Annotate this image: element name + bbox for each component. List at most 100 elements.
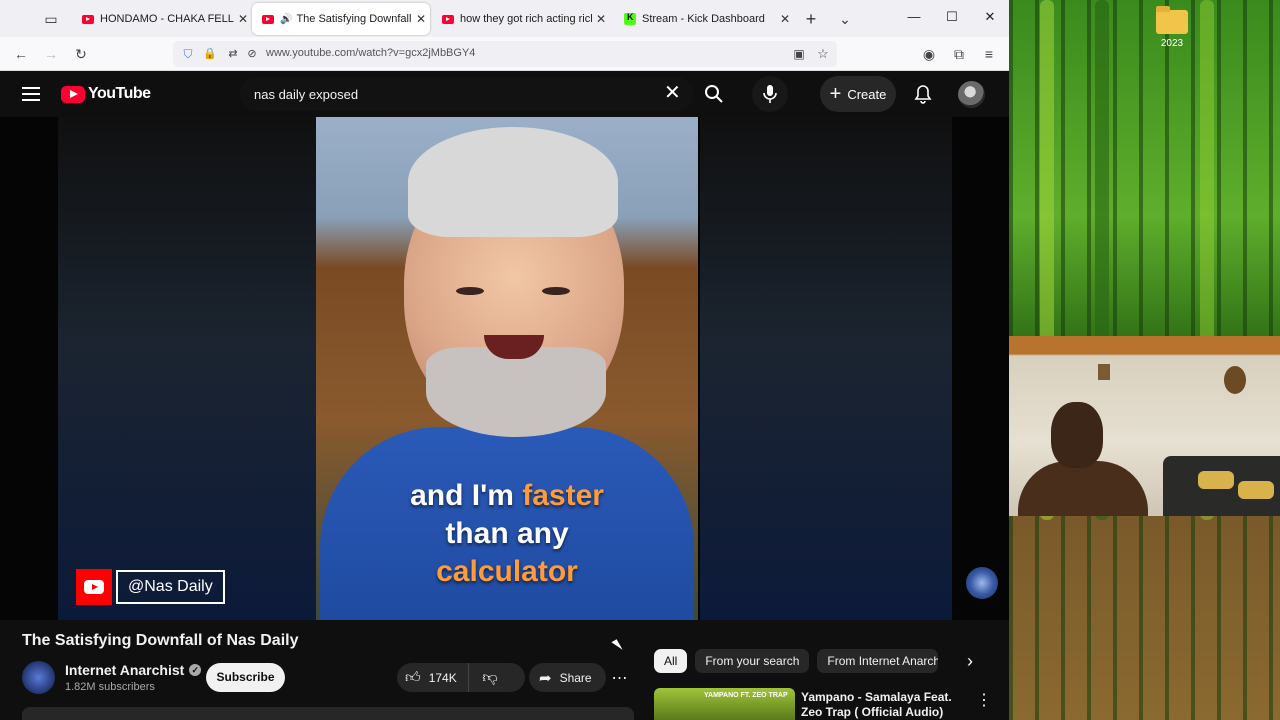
tab-title: The Satisfying Downfall of [296,13,412,25]
bookmark-star-icon[interactable]: ☆ [814,45,832,63]
new-tab-icon[interactable]: + [800,8,822,30]
menu-icon[interactable]: ≡ [980,45,998,63]
more-actions-button[interactable]: ⋯ [606,663,633,692]
youtube-page: YouTube nas daily exposed ✕ + Create and… [0,71,1009,720]
tab-list-icon[interactable]: ▭ [40,8,62,30]
thumbs-down-icon: 👎︎ [482,668,498,686]
video-person-eye [456,287,484,295]
tab-title: how they got rich acting rich [460,13,592,25]
subscribe-button[interactable]: Subscribe [206,663,285,692]
bell-icon [914,85,932,104]
more-vert-icon[interactable]: ⋮ [976,690,992,710]
notifications-button[interactable] [905,76,941,112]
close-icon[interactable]: ✕ [234,12,252,26]
video-title: The Satisfying Downfall of Nas Daily [22,632,299,649]
video-blur-right [700,117,952,620]
channel-watermark-icon[interactable] [966,567,998,599]
video-frame: and I'm faster than any calculator [316,117,698,620]
video-player[interactable]: and I'm faster than any calculator @Nas … [0,117,1009,620]
thumbs-up-icon: 👍︎ [405,668,421,686]
youtube-header: YouTube nas daily exposed ✕ + Create [0,71,1009,117]
share-label: Share [559,670,592,685]
speaker-icon[interactable]: 🔊 [280,14,292,25]
create-button[interactable]: + Create [820,76,896,112]
video-person-eye [542,287,570,295]
video-watermark: @Nas Daily [76,569,225,605]
extensions-icon[interactable]: ⧉ [950,45,968,63]
chip-from-channel[interactable]: From Internet Anarchist [817,649,939,673]
recommendation-chips: All From your search From Internet Anarc… [654,649,946,673]
search-input[interactable]: nas daily exposed ✕ [240,77,694,111]
create-label: Create [847,86,887,102]
caption-text: and I'm [410,479,523,512]
chevron-right-icon[interactable]: › [958,649,982,673]
hamburger-menu-icon[interactable] [22,87,40,101]
video-blur-left [58,117,318,620]
tab-got-rich[interactable]: how they got rich acting rich ✕ [432,3,610,35]
folder-icon [1156,6,1188,34]
plus-icon: + [829,83,842,105]
video-caption: and I'm faster than any calculator [316,477,698,591]
video-person-beard [426,347,606,437]
tab-satisfying-downfall[interactable]: 🔊 The Satisfying Downfall of ✕ [252,3,430,35]
close-icon[interactable]: ✕ [592,12,610,26]
webcam-person-head [1051,402,1103,468]
search-icon [705,85,723,103]
channel-avatar[interactable] [22,661,55,694]
dislike-button[interactable]: 👎︎ [469,669,509,687]
description-box[interactable] [22,707,634,720]
like-dislike-group: 👍︎ 174K 👎︎ [397,663,525,692]
chevron-down-icon[interactable]: ⌄ [834,8,856,30]
pip-icon[interactable]: ▣ [790,45,808,63]
minimize-icon[interactable]: — [904,9,924,24]
mouse-cursor [611,639,623,653]
tab-title: Stream - Kick Dashboard [642,13,765,25]
tab-bar: ▭ HONDAMO - CHAKA FELLA F ✕ 🔊 The Satisf… [0,0,1009,37]
chip-all[interactable]: All [654,649,688,673]
reload-icon[interactable]: ↻ [72,45,90,63]
search-query[interactable]: nas daily exposed [254,87,358,102]
close-icon[interactable]: ✕ [412,12,430,26]
voice-search-button[interactable] [752,76,788,112]
caption-highlight: faster [522,479,604,512]
forward-icon[interactable]: → [42,45,60,63]
browser-window: ▭ HONDAMO - CHAKA FELLA F ✕ 🔊 The Satisf… [0,0,1009,720]
youtube-logo-icon [61,85,85,103]
verified-check-icon: ✓ [189,664,202,676]
caption-text: than any [445,517,569,550]
youtube-logo[interactable]: YouTube [61,85,151,103]
watermark-handle: @Nas Daily [116,570,225,604]
channel-name[interactable]: Internet Anarchist ✓ [65,662,202,678]
share-button[interactable]: ➦ Share [529,663,606,692]
close-window-icon[interactable]: ✕ [980,9,1000,25]
recommended-thumbnail[interactable]: YAMPANO FT. ZEO TRAP [654,688,795,720]
video-person-hair [408,127,618,237]
clear-search-icon[interactable]: ✕ [664,83,681,103]
camera-blocked-icon[interactable]: ⊘ [243,45,261,63]
channel-name-text[interactable]: Internet Anarchist [65,662,184,678]
shield-icon[interactable]: ⛉ [179,45,197,63]
navigation-bar: ← → ↻ ⛉ 🔒 ⇄ ⊘ www.youtube.com/watch?v=gc… [0,37,1009,71]
close-icon[interactable]: ✕ [776,12,794,26]
webcam-pillow [1198,471,1234,489]
thumbnail-text: YAMPANO FT. ZEO TRAP [704,692,788,699]
back-icon[interactable]: ← [12,45,30,63]
account-icon[interactable]: ◉ [920,45,938,63]
microphone-icon [763,85,777,103]
webcam-pillow [1238,481,1274,499]
like-button[interactable]: 👍︎ 174K [397,663,469,692]
like-count: 174K [428,670,457,685]
youtube-icon [262,14,274,24]
recommended-title[interactable]: Yampano - Samalaya Feat. Zeo Trap ( Offi… [801,690,971,720]
desktop-folder[interactable]: 2023 [1150,6,1194,49]
url-text[interactable]: www.youtube.com/watch?v=gcx2jMbBGY4 [266,47,475,59]
user-avatar[interactable] [958,81,985,108]
address-bar[interactable]: ⛉ 🔒 ⇄ ⊘ www.youtube.com/watch?v=gcx2jMbB… [173,41,837,67]
chip-from-your-search[interactable]: From your search [695,649,810,673]
permissions-icon[interactable]: ⇄ [224,45,242,63]
lock-icon[interactable]: 🔒 [201,45,219,63]
tab-hondamo[interactable]: HONDAMO - CHAKA FELLA F ✕ [72,3,252,35]
maximize-icon[interactable]: ☐ [942,9,962,25]
tab-kick-dashboard[interactable]: Stream - Kick Dashboard ✕ [614,3,794,35]
search-button[interactable] [696,76,732,112]
